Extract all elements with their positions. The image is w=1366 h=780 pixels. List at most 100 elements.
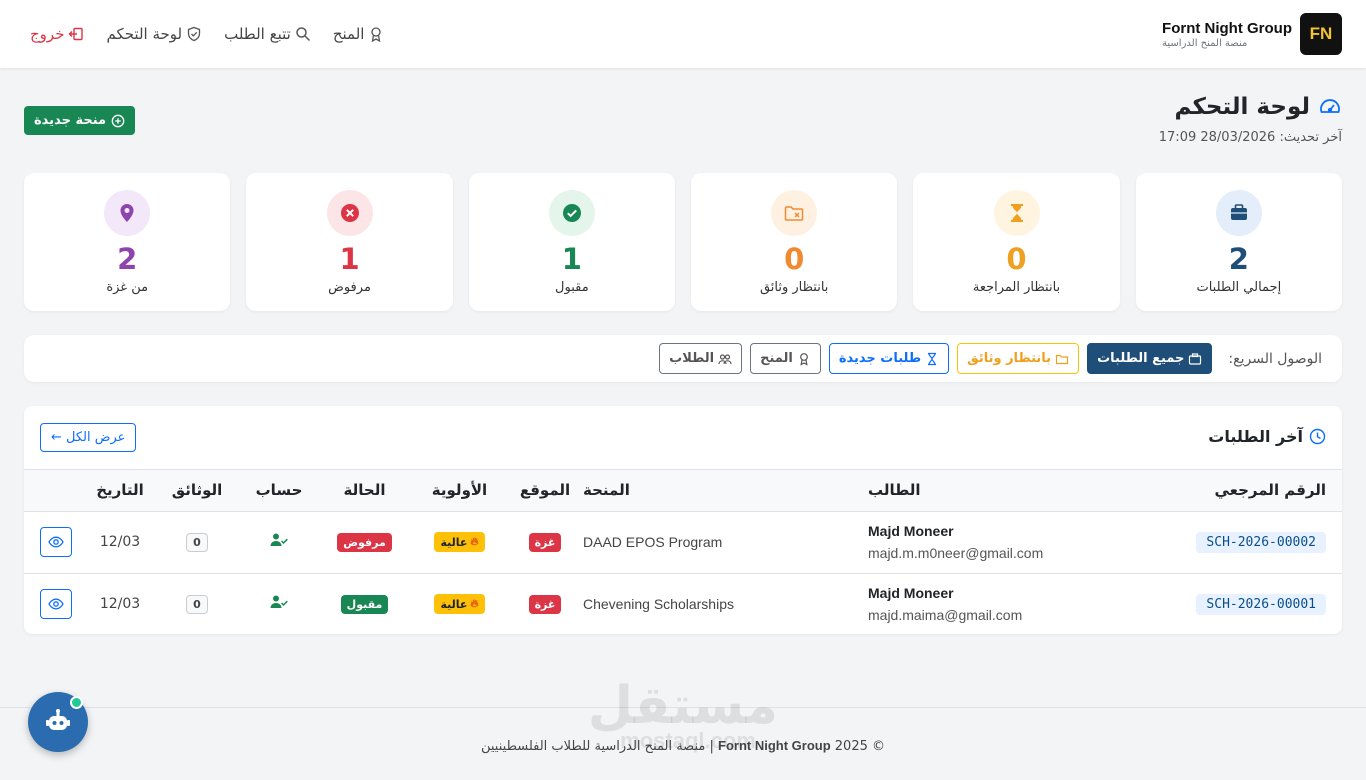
- quick-all-requests-button[interactable]: جميع الطلبات: [1087, 343, 1213, 374]
- eye-icon: [47, 598, 64, 610]
- nav-dashboard-label: لوحة التحكم: [106, 25, 183, 43]
- stat-icon-wrap: [771, 190, 818, 236]
- footer-copyright: © 2025: [834, 739, 886, 754]
- table-row[interactable]: SCH-2026-00001 Majd Moneer majd.maima@gm…: [24, 573, 1342, 634]
- check-circle-icon: [562, 204, 581, 222]
- map-pin-icon: [120, 204, 134, 222]
- stat-icon-wrap: [104, 190, 151, 236]
- new-scholarship-button[interactable]: منحة جديدة: [24, 106, 136, 135]
- nav-dashboard[interactable]: لوحة التحكم: [106, 25, 202, 43]
- cell-ref: SCH-2026-00002: [1098, 511, 1342, 574]
- quick-access-label: الوصول السريع:: [1228, 350, 1322, 367]
- hourglass-icon: [1010, 204, 1023, 222]
- cell-date: 12/03: [87, 511, 153, 574]
- column-header-documents[interactable]: الوثائق: [153, 470, 241, 512]
- priority-label: عالية: [440, 535, 468, 549]
- nav-scholarships-label: المنح: [332, 25, 365, 43]
- column-header-scholarship[interactable]: المنحة: [583, 470, 868, 512]
- request-date: 12/03: [99, 534, 141, 550]
- requests-table: الرقم المرجعي الطالب المنحة الموقع الأول…: [24, 470, 1342, 634]
- stat-card-pending-review[interactable]: 0 بانتظار المراجعة: [913, 173, 1120, 311]
- quick-students-button[interactable]: الطلاب: [659, 343, 743, 374]
- stat-icon-wrap: [1215, 190, 1262, 236]
- quick-scholarships-button[interactable]: المنح: [750, 343, 821, 374]
- stat-value: 2: [117, 242, 138, 276]
- column-header-priority[interactable]: الأولوية: [412, 470, 507, 512]
- stat-value: 0: [784, 242, 805, 276]
- footer-text: | منصة المنح الدراسية للطلاب الفلسطينيين: [480, 739, 714, 754]
- cell-account: [241, 511, 317, 574]
- request-date: 12/03: [99, 596, 141, 613]
- clock-icon: [1309, 428, 1326, 445]
- student-email: majd.m.m0neer@gmail.com: [868, 545, 1044, 561]
- cell-location: غزة: [507, 573, 583, 634]
- column-header-account[interactable]: حساب: [241, 470, 317, 512]
- stat-card-awaiting-docs[interactable]: 0 بانتظار وثائق: [691, 173, 898, 311]
- column-header-status[interactable]: الحالة: [317, 470, 412, 512]
- cell-student: Majd Moneer majd.m.m0neer@gmail.com: [868, 511, 1098, 574]
- quick-awaiting-docs-button[interactable]: بانتظار وثائق: [957, 343, 1080, 374]
- brand-name: Fornt Night Group: [1162, 19, 1292, 37]
- new-scholarship-label: منحة جديدة: [34, 113, 107, 128]
- brand[interactable]: FN Fornt Night Group منصة المنح الدراسية: [1162, 13, 1342, 55]
- location-badge: غزة: [528, 594, 562, 614]
- stat-value: 2: [1228, 242, 1249, 276]
- column-header-date[interactable]: التاريخ: [87, 470, 153, 512]
- briefcase-icon: [1230, 204, 1247, 220]
- view-request-button[interactable]: [39, 589, 72, 620]
- quick-new-requests-button[interactable]: طلبات جديدة: [828, 343, 950, 374]
- fire-icon: 🔥︎: [470, 535, 479, 548]
- brand-text: Fornt Night Group منصة المنح الدراسية: [1162, 20, 1292, 49]
- nav-logout-label: خروج: [30, 25, 65, 43]
- cell-student: Majd Moneer majd.maima@gmail.com: [868, 573, 1098, 634]
- status-badge: مرفوض: [337, 532, 392, 552]
- speedometer-icon: [1320, 99, 1340, 113]
- stat-value: 1: [339, 242, 360, 276]
- quick-students-label: الطلاب: [669, 351, 715, 366]
- stat-label: إجمالي الطلبات: [1196, 280, 1282, 295]
- hourglass-icon: [928, 352, 937, 365]
- last-update: آخر تحديث: 28/03/2026 17:09: [1158, 130, 1342, 145]
- user-check-icon: [270, 595, 288, 609]
- column-header-actions: [24, 470, 87, 512]
- cell-actions: [24, 573, 87, 634]
- stat-label: مقبول: [555, 280, 589, 295]
- latest-requests-title: آخر الطلبات: [1208, 427, 1326, 446]
- stat-card-rejected[interactable]: 1 مرفوض: [246, 173, 453, 311]
- stat-label: مرفوض: [328, 280, 371, 295]
- nav-track[interactable]: تتبع الطلب: [224, 25, 311, 43]
- priority-badge: 🔥︎ عالية: [434, 532, 485, 552]
- logout-icon: [68, 27, 84, 41]
- stat-label: بانتظار المراجعة: [972, 280, 1061, 295]
- page-title: لوحة التحكم: [1175, 94, 1342, 120]
- robot-icon: [46, 709, 70, 730]
- scholarship-name: Chevening Scholarships: [583, 595, 734, 612]
- nav-scholarships[interactable]: المنح: [333, 25, 385, 43]
- view-all-button[interactable]: عرض الكل ←: [40, 423, 137, 452]
- search-icon: [296, 27, 310, 42]
- status-badge: مقبول: [340, 594, 389, 614]
- stat-card-gaza[interactable]: 2 من غزة: [24, 173, 231, 311]
- cell-ref: SCH-2026-00001: [1098, 573, 1342, 634]
- cell-status: مقبول: [317, 573, 412, 634]
- stat-card-total[interactable]: 2 إجمالي الطلبات: [1135, 173, 1342, 311]
- column-header-ref[interactable]: الرقم المرجعي: [1098, 470, 1342, 512]
- ref-badge[interactable]: SCH-2026-00002: [1196, 531, 1326, 553]
- view-request-button[interactable]: [39, 527, 72, 557]
- stat-label: من غزة: [106, 280, 149, 295]
- navbar: FN Fornt Night Group منصة المنح الدراسية…: [0, 0, 1366, 68]
- nav-logout[interactable]: خروج: [30, 25, 84, 43]
- folder-x-icon: [784, 206, 804, 221]
- column-header-student[interactable]: الطالب: [868, 470, 1098, 512]
- stat-icon-wrap: [548, 190, 595, 236]
- student-name: Majd Moneer: [868, 523, 954, 539]
- column-header-location[interactable]: الموقع: [507, 470, 583, 512]
- table-row[interactable]: SCH-2026-00002 Majd Moneer majd.m.m0neer…: [24, 511, 1342, 574]
- ref-badge[interactable]: SCH-2026-00001: [1196, 593, 1326, 615]
- stat-card-accepted[interactable]: 1 مقبول: [468, 173, 676, 311]
- online-indicator: [70, 696, 83, 709]
- quick-scholarships-label: المنح: [760, 351, 793, 366]
- student-name: Majd Moneer: [868, 585, 954, 602]
- stat-value: 1: [561, 242, 582, 276]
- cell-status: مرفوض: [317, 511, 412, 574]
